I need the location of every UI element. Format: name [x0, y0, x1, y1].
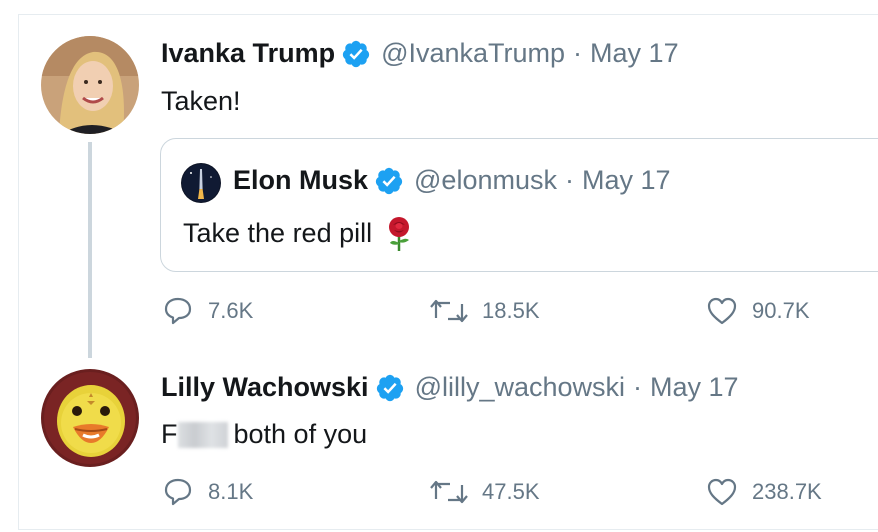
tweet-thread: Ivanka Trump @IvankaTrump · May 17 Taken… [0, 0, 878, 532]
tweet-text-end: both of you [233, 419, 368, 449]
quoted-author-name: Elon Musk [233, 165, 369, 195]
quoted-author-handle: @elonmusk [414, 165, 557, 195]
retweet-icon [430, 296, 468, 326]
retweet-count: 18.5K [482, 298, 540, 323]
tweet-text-start: F [161, 419, 178, 449]
like-button[interactable]: 238.7K [706, 477, 822, 507]
like-count: 90.7K [752, 298, 810, 323]
avatar-ivanka-trump[interactable] [41, 36, 139, 134]
quoted-tweet-text-row: Take the red pill [183, 215, 414, 251]
like-icon [706, 296, 738, 326]
divider-bottom [18, 529, 878, 530]
tweet-header: Ivanka Trump @IvankaTrump · May 17 [161, 38, 679, 69]
quoted-tweet-date: May 17 [581, 165, 671, 195]
verified-badge-icon [375, 373, 405, 403]
quoted-tweet-text: Take the red pill [183, 217, 373, 248]
tweet-date[interactable]: May 17 [590, 38, 679, 69]
avatar-lilly-wachowski[interactable] [41, 369, 139, 467]
reply-button[interactable]: 8.1K [162, 477, 253, 507]
divider-top [18, 14, 878, 15]
separator-dot: · [633, 372, 643, 402]
quoted-tweet-card[interactable]: Elon Musk @elonmusk · May 17 Take the re… [160, 138, 878, 272]
verified-badge-icon [341, 39, 371, 69]
author-name[interactable]: Lilly Wachowski [161, 372, 369, 403]
author-handle[interactable]: @IvankaTrump [381, 38, 565, 69]
author-handle[interactable]: @lilly_wachowski [415, 372, 625, 403]
verified-badge-icon [374, 166, 404, 196]
rose-emoji [384, 215, 414, 251]
reply-icon [162, 296, 194, 326]
like-button[interactable]: 90.7K [706, 296, 810, 326]
censored-word-blur [177, 421, 228, 448]
thread-connector-line [88, 142, 92, 358]
tweet-text: Taken! [161, 86, 241, 116]
reply-count: 7.6K [208, 298, 254, 323]
avatar-elon-musk [181, 163, 221, 203]
reply-button[interactable]: 7.6K [162, 296, 253, 326]
tweet-text: F both of you [161, 419, 367, 450]
separator-dot: · [564, 165, 574, 195]
reply-icon [162, 477, 194, 507]
retweet-icon [430, 477, 468, 507]
like-icon [706, 477, 738, 507]
reply-count: 8.1K [208, 479, 254, 504]
tweet-date[interactable]: May 17 [650, 372, 739, 403]
tweet-header: Lilly Wachowski @lilly_wachowski · May 1… [161, 372, 739, 403]
divider-left [18, 14, 19, 530]
separator-dot: · [573, 38, 583, 68]
retweet-count: 47.5K [482, 479, 540, 504]
retweet-button[interactable]: 18.5K [430, 296, 540, 326]
quoted-tweet-header: Elon Musk @elonmusk · May 17 [233, 165, 671, 196]
like-count: 238.7K [752, 479, 822, 504]
retweet-button[interactable]: 47.5K [430, 477, 540, 507]
author-name[interactable]: Ivanka Trump [161, 38, 335, 69]
